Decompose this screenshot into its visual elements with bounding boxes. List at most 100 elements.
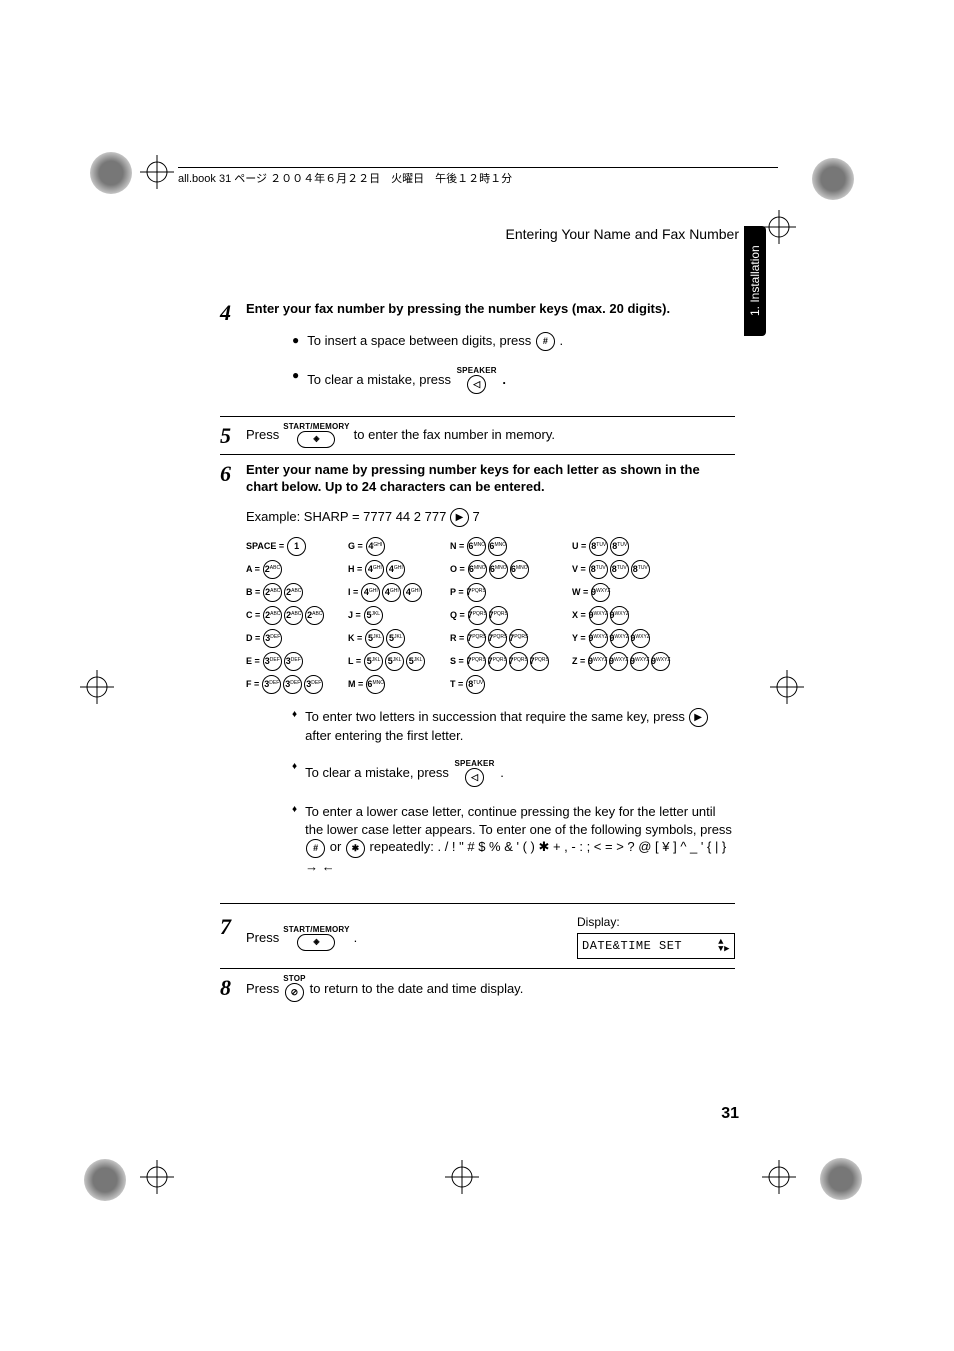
number-key-icon: 8TUV (610, 560, 629, 579)
number-key-icon: 7PQRS (467, 652, 486, 671)
step-number: 5 (220, 423, 246, 448)
char-table-cell: U =8TUV8TUV (572, 537, 692, 556)
number-key-icon: 2ABC (263, 583, 282, 602)
char-table-cell: C =2ABC2ABC2ABC (246, 606, 346, 625)
character-entry-table: SPACE =1G =4GHIN =6MNO6MNOU =8TUV8TUV A =… (246, 537, 735, 694)
stop-key-icon: STOP ⊘ (283, 975, 305, 1002)
number-key-icon: 8TUV (589, 560, 608, 579)
number-key-icon: 5JKL (364, 652, 383, 671)
step-title: Enter your name by pressing number keys … (246, 461, 735, 496)
char-table-cell: O =6MNO6MNO6MNO (450, 560, 570, 579)
number-key-icon: 7PQRS (530, 652, 549, 671)
number-key-icon: 6MNO (488, 537, 507, 556)
registration-mark-icon (762, 210, 796, 244)
number-key-icon: 4GHI (403, 583, 422, 602)
number-key-icon: 2ABC (263, 606, 282, 625)
display-label: Display: (577, 914, 735, 930)
number-key-icon: 4GHI (382, 583, 401, 602)
display-value: DATE&TIME SET (582, 938, 682, 954)
step-4-bullet-1: ● To insert a space between digits, pres… (292, 332, 735, 351)
number-key-icon: 3DEF (262, 675, 281, 694)
number-key-icon: 9WXYZ (610, 629, 629, 648)
step-8: 8 Press STOP ⊘ to return to the date and… (220, 975, 735, 1008)
char-table-cell: B =2ABC2ABC (246, 583, 346, 602)
number-key-icon: 5JKL (364, 606, 383, 625)
running-head: Entering Your Name and Fax Number (506, 226, 739, 242)
number-key-icon: 9WXYZ (588, 652, 607, 671)
binder-hole-icon (84, 1159, 126, 1201)
char-table-cell: K =5JKL5JKL (348, 629, 448, 648)
example-line: Example: SHARP = 7777 44 2 777 ▶ 7 (246, 508, 735, 527)
char-table-cell: J =5JKL (348, 606, 448, 625)
number-key-icon: 4GHI (365, 560, 384, 579)
number-key-icon: 7PQRS (488, 629, 507, 648)
number-key-icon: 9WXYZ (610, 606, 629, 625)
char-table-cell: SPACE =1 (246, 537, 346, 556)
char-table-cell: D =3DEF (246, 629, 346, 648)
right-arrow-key-icon: ▶ (450, 508, 469, 527)
number-key-icon: 5JKL (365, 629, 384, 648)
number-key-icon: 2ABC (305, 606, 324, 625)
number-key-icon: 9WXYZ (589, 629, 608, 648)
number-key-icon: 4GHI (386, 560, 405, 579)
step-6-note-3: ♦ To enter a lower case letter, continue… (292, 803, 735, 875)
number-key-icon: 7PQRS (467, 583, 486, 602)
char-table-cell: E =3DEF3DEF (246, 652, 346, 671)
number-key-icon: 8TUV (466, 675, 485, 694)
number-key-icon: 3DEF (283, 675, 302, 694)
registration-mark-icon (140, 1160, 174, 1194)
char-table-cell: P =7PQRS (450, 583, 570, 602)
hash-key-icon: # (306, 839, 325, 858)
char-table-cell: N =6MNO6MNO (450, 537, 570, 556)
number-key-icon: 7PQRS (467, 629, 486, 648)
char-table-cell: W =9WXYZ (572, 583, 692, 602)
char-table-cell: Z =9WXYZ9WXYZ9WXYZ9WXYZ (572, 652, 692, 671)
char-table-cell: V =8TUV8TUV8TUV (572, 560, 692, 579)
step-4-bullet-2: ● To clear a mistake, press SPEAKER ◁ . (292, 367, 735, 394)
char-table-cell: I =4GHI4GHI4GHI (348, 583, 448, 602)
number-key-icon: 5JKL (406, 652, 425, 671)
star-key-icon: ✱ (346, 839, 365, 858)
char-table-cell: X =9WXYZ9WXYZ (572, 606, 692, 625)
book-header-line: all.book 31 ページ ２００４年６月２２日 火曜日 午後１２時１分 (178, 167, 778, 186)
number-key-icon: 9WXYZ (651, 652, 670, 671)
registration-mark-icon (80, 670, 114, 704)
number-key-icon: 6MNO (468, 560, 487, 579)
step-6: 6 Enter your name by pressing number key… (220, 461, 735, 897)
number-key-icon: 5JKL (385, 652, 404, 671)
number-key-icon: 6MNO (366, 675, 385, 694)
char-table-cell: Y =9WXYZ9WXYZ9WXYZ (572, 629, 692, 648)
registration-mark-icon (762, 1160, 796, 1194)
char-table-cell: M =6MNO (348, 675, 448, 694)
speaker-key-icon: SPEAKER ◁ (455, 760, 495, 787)
number-key-icon: 4GHI (366, 537, 385, 556)
page-number: 31 (721, 1105, 739, 1123)
start-memory-key-icon: START/MEMORY ◈ (283, 423, 349, 448)
number-key-icon: 8TUV (610, 537, 629, 556)
hash-key-icon: # (536, 332, 555, 351)
binder-hole-icon (820, 1158, 862, 1200)
char-table-cell: G =4GHI (348, 537, 448, 556)
number-key-icon: 3DEF (263, 652, 282, 671)
number-key-icon: 9WXYZ (591, 583, 610, 602)
step-number: 6 (220, 461, 246, 891)
chapter-tab: 1. Installation (744, 226, 766, 336)
number-key-icon: 5JKL (386, 629, 405, 648)
number-key-icon: 9WXYZ (589, 606, 608, 625)
up-down-arrow-icon: ▲▼▶ (718, 939, 730, 953)
step-6-note-1: ♦ To enter two letters in succession tha… (292, 708, 735, 745)
number-key-icon: 9WXYZ (609, 652, 628, 671)
number-key-icon: 7PQRS (509, 652, 528, 671)
number-key-icon: 7PQRS (468, 606, 487, 625)
number-key-icon: 3DEF (263, 629, 282, 648)
lcd-display: DATE&TIME SET ▲▼▶ (577, 933, 735, 959)
number-key-icon: 7PQRS (488, 652, 507, 671)
step-number: 4 (220, 300, 246, 410)
number-key-icon: 6MNO (467, 537, 486, 556)
char-table-cell: A =2ABC (246, 560, 346, 579)
number-key-icon: 7PQRS (509, 629, 528, 648)
char-table-cell: F =3DEF3DEF3DEF (246, 675, 346, 694)
number-key-icon: 6MNO (489, 560, 508, 579)
number-key-icon: 3DEF (304, 675, 323, 694)
number-key-icon: 8TUV (631, 560, 650, 579)
